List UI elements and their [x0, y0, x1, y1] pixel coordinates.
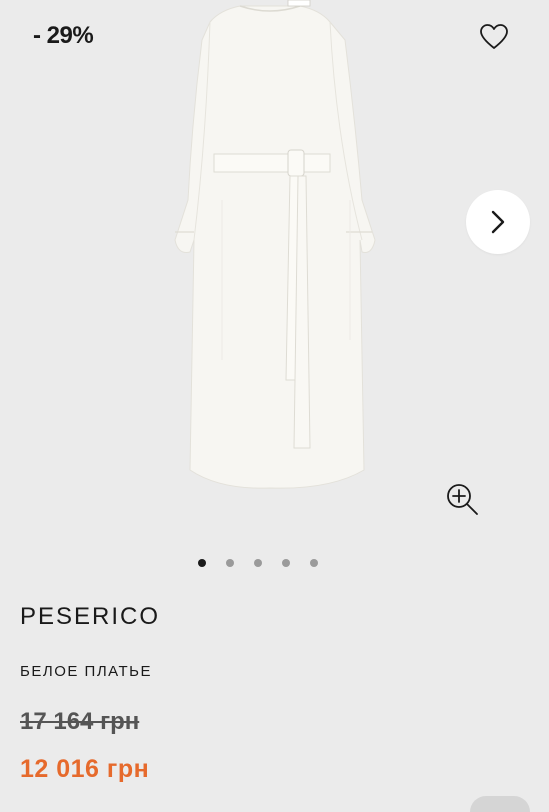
- carousel-indicator: [198, 559, 318, 567]
- carousel-dot[interactable]: [282, 559, 290, 567]
- brand-name[interactable]: PESERICO: [20, 603, 160, 631]
- product-name: БЕЛОЕ ПЛАТЬЕ: [20, 663, 153, 680]
- product-image[interactable]: [150, 0, 390, 500]
- heart-icon: [480, 24, 508, 49]
- old-price: 17 164 грн: [20, 708, 140, 735]
- zoom-in-icon: [447, 484, 478, 515]
- next-image-button[interactable]: [466, 190, 530, 254]
- sale-price: 12 016 грн: [20, 755, 150, 783]
- wishlist-button[interactable]: [478, 22, 510, 52]
- carousel-dot[interactable]: [254, 559, 262, 567]
- chevron-right-icon: [491, 210, 505, 234]
- product-gallery[interactable]: - 29%: [0, 0, 549, 590]
- floating-button-edge[interactable]: [470, 796, 530, 812]
- carousel-dot[interactable]: [310, 559, 318, 567]
- zoom-button[interactable]: [443, 480, 481, 518]
- discount-badge: - 29%: [33, 22, 94, 49]
- carousel-dot[interactable]: [226, 559, 234, 567]
- carousel-dot[interactable]: [198, 559, 206, 567]
